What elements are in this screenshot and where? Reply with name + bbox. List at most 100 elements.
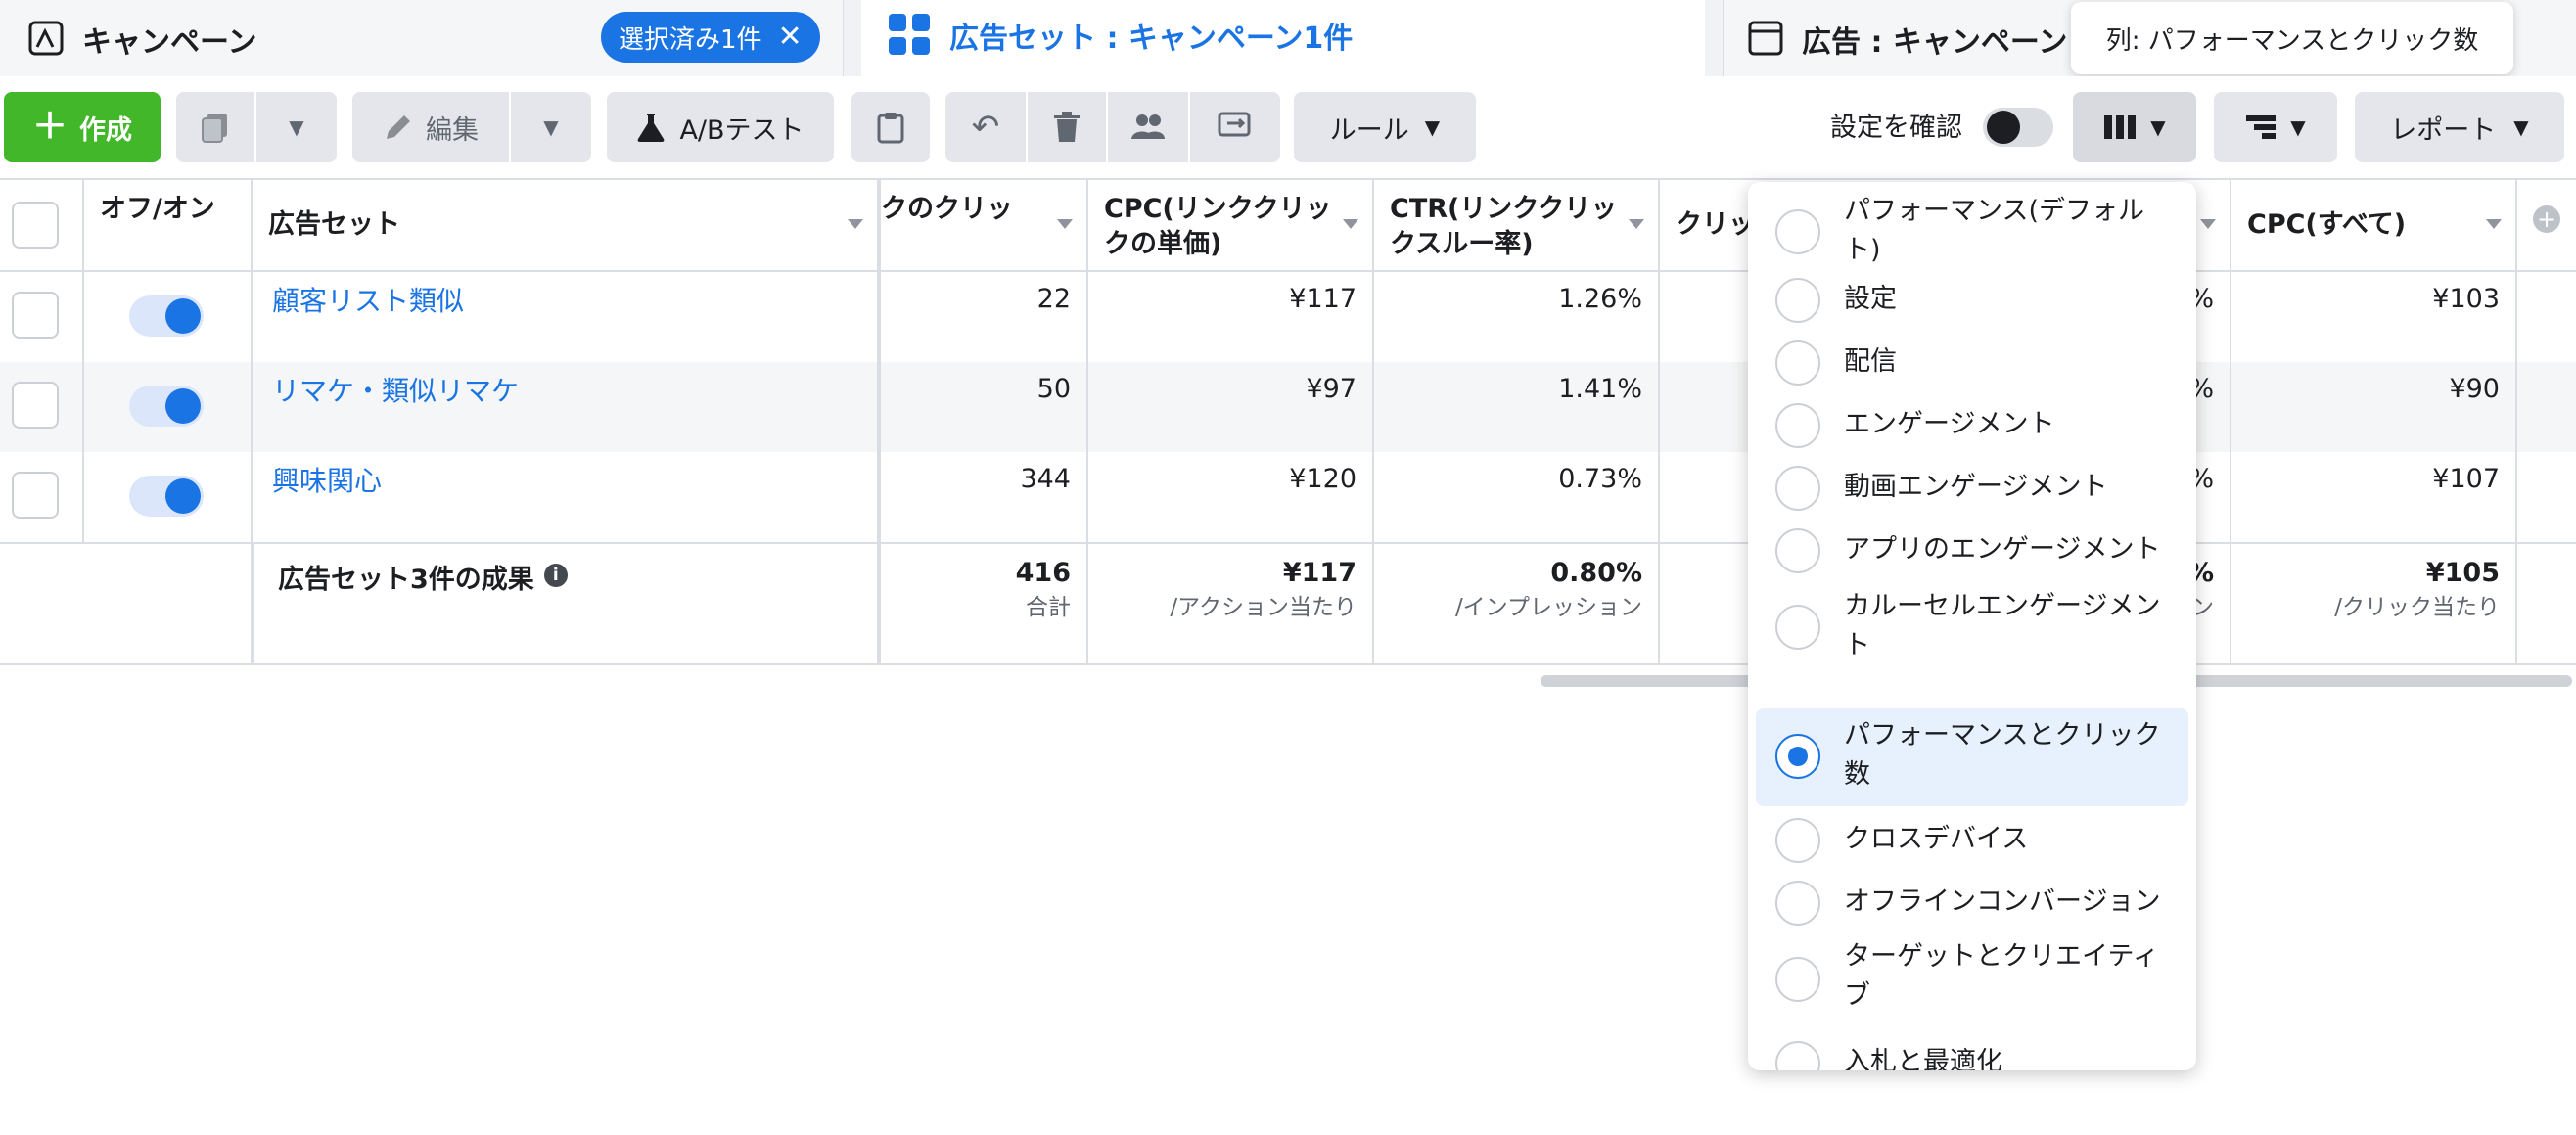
breakdown-button[interactable]: ▼	[2214, 92, 2337, 162]
column-preset-label: 入札と最適化	[1844, 1047, 2002, 1070]
header-link-clicks[interactable]: クのクリッ	[881, 180, 1088, 270]
duplicate-button[interactable]	[176, 92, 254, 162]
column-preset-option[interactable]: 動画エンゲージメント	[1756, 462, 2188, 519]
summary-cpc-link-sub: /アクション当たり	[1170, 595, 1357, 620]
report-button[interactable]: レポート ▼	[2355, 92, 2564, 162]
ctr-link-value: 1.26%	[1374, 272, 1660, 362]
ctr-link-value: 0.73%	[1374, 452, 1660, 542]
clear-selection-icon[interactable]: ✕	[778, 23, 803, 52]
header-toggle-label: オフ/オン	[100, 194, 215, 224]
column-preset-label: カルーセルエンゲージメント	[1844, 591, 2161, 660]
adset-on-off-toggle[interactable]	[129, 476, 204, 517]
summary-ctr-link-sub: /インプレッション	[1454, 595, 1642, 620]
edit-menu-button[interactable]: ▼	[511, 92, 591, 162]
column-preset-option[interactable]: カルーセルエンゲージメント	[1756, 585, 2188, 667]
adset-name-link[interactable]: リマケ・類似リマケ	[253, 362, 881, 452]
radio-button[interactable]	[1775, 818, 1820, 863]
column-preset-option[interactable]: オフラインコンバージョン	[1756, 877, 2188, 933]
radio-button[interactable]	[1775, 881, 1820, 926]
column-preset-label: クロスデバイス	[1844, 824, 2029, 854]
link-clicks-value: 22	[881, 272, 1088, 362]
edit-button[interactable]: 編集	[352, 92, 509, 162]
column-preset-option[interactable]: クロスデバイス	[1756, 814, 2188, 871]
clipboard-button[interactable]	[851, 92, 930, 162]
undo-button[interactable]: ↶	[945, 92, 1026, 162]
columns-icon	[2104, 115, 2137, 139]
create-button[interactable]: ＋ 作成	[4, 92, 161, 162]
header-cpc-link[interactable]: CPC(リンククリックの単価)	[1088, 180, 1374, 270]
cpc-link-value: ¥120	[1088, 452, 1374, 542]
sort-caret-icon[interactable]	[1057, 219, 1073, 229]
sort-caret-icon[interactable]	[1343, 219, 1358, 229]
rules-label: ルール	[1329, 114, 1409, 146]
header-add-column[interactable]: +	[2517, 180, 2576, 270]
tab-campaigns[interactable]: キャンペーン 選択済み1件 ✕	[0, 0, 844, 76]
column-preset-option[interactable]: アプリのエンゲージメント	[1756, 524, 2188, 581]
adset-on-off-toggle[interactable]	[129, 295, 204, 337]
columns-button[interactable]: ▼	[2073, 92, 2196, 162]
info-icon[interactable]: i	[543, 564, 568, 587]
select-all-checkbox[interactable]	[12, 202, 59, 249]
tab-campaigns-label: キャンペーン	[82, 25, 257, 60]
row-checkbox[interactable]	[12, 382, 59, 429]
adset-name-link[interactable]: 興味関心	[253, 452, 881, 542]
selected-count-pill[interactable]: 選択済み1件 ✕	[601, 12, 820, 63]
row-checkbox[interactable]	[12, 472, 59, 519]
sort-caret-icon[interactable]	[848, 219, 863, 229]
radio-button[interactable]	[1775, 957, 1820, 1002]
radio-button[interactable]	[1775, 403, 1820, 448]
column-preset-option-selected[interactable]: パフォーマンスとクリック数	[1756, 708, 2188, 806]
breakdown-icon	[2246, 115, 2277, 139]
flask-icon	[638, 114, 665, 142]
add-column-icon[interactable]: +	[2533, 205, 2560, 233]
tab-adsets[interactable]: 広告セット : キャンペーン1件	[861, 0, 1705, 76]
cpc-all-value: ¥90	[2231, 362, 2517, 452]
sort-caret-icon[interactable]	[2486, 219, 2502, 229]
delete-button[interactable]	[1028, 92, 1106, 162]
report-label: レポート	[2390, 114, 2497, 146]
audience-button[interactable]	[1108, 92, 1188, 162]
caret-down-icon: ▼	[289, 115, 304, 139]
summary-cpc-link-value: ¥117	[1282, 558, 1357, 588]
radio-button-selected[interactable]	[1775, 734, 1820, 779]
adset-name-link[interactable]: 顧客リスト類似	[253, 272, 881, 362]
caret-down-icon: ▼	[2150, 115, 2166, 139]
column-preset-option[interactable]: 設定	[1756, 274, 2188, 331]
ab-test-button[interactable]: A/Bテスト	[607, 92, 834, 162]
adset-on-off-toggle[interactable]	[129, 386, 204, 427]
header-adset-name[interactable]: 広告セット	[253, 180, 881, 270]
header-cpc-all[interactable]: CPC(すべて)	[2231, 180, 2517, 270]
column-preset-option[interactable]: ターゲットとクリエイティブ	[1756, 937, 2188, 1020]
cpc-link-value: ¥97	[1088, 362, 1374, 452]
review-settings-toggle[interactable]	[1983, 108, 2053, 147]
selected-count-label: 選択済み1件	[619, 24, 762, 55]
radio-button[interactable]	[1775, 209, 1820, 254]
radio-button[interactable]	[1775, 466, 1820, 511]
sort-caret-icon[interactable]	[2200, 219, 2216, 229]
column-preset-option[interactable]: 入札と最適化	[1756, 1037, 2188, 1070]
column-preset-option[interactable]: エンゲージメント	[1756, 399, 2188, 456]
radio-button[interactable]	[1775, 278, 1820, 323]
sort-caret-icon[interactable]	[1629, 219, 1644, 229]
tab-ads-label: 広告 : キャンペーン	[1802, 25, 2068, 60]
radio-button[interactable]	[1775, 340, 1820, 386]
header-select-all	[0, 180, 84, 270]
ab-test-label: A/Bテスト	[679, 114, 805, 146]
toggle-knob	[1987, 111, 2020, 144]
radio-button[interactable]	[1775, 528, 1820, 573]
header-link-clicks-label: クのクリッ	[881, 194, 1013, 224]
summary-cpc-all-sub: /クリック当たり	[2334, 595, 2500, 620]
radio-button[interactable]	[1775, 605, 1820, 650]
rules-button[interactable]: ルール ▼	[1294, 92, 1476, 162]
radio-button[interactable]	[1775, 1041, 1820, 1070]
column-preset-option[interactable]: 配信	[1756, 337, 2188, 393]
header-ctr-link[interactable]: CTR(リンククリックスルー率)	[1374, 180, 1660, 270]
row-checkbox[interactable]	[12, 292, 59, 339]
column-preset-label: パフォーマンス(デフォルト)	[1844, 196, 2144, 265]
link-clicks-value: 50	[881, 362, 1088, 452]
column-preset-option[interactable]: パフォーマンス(デフォルト)	[1756, 192, 2188, 268]
duplicate-menu-button[interactable]: ▼	[256, 92, 337, 162]
preview-button[interactable]	[1190, 92, 1280, 162]
header-toggle[interactable]: オフ/オン	[84, 180, 253, 270]
summary-label: 広告セット3件の成果	[278, 565, 534, 595]
